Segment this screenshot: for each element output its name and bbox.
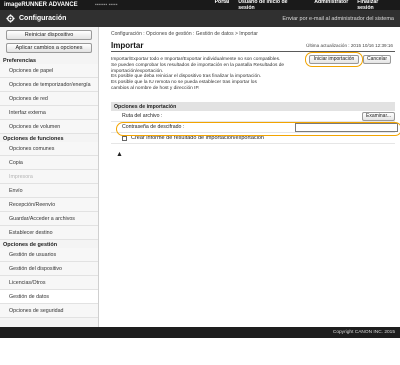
sidebar: Reiniciar dispositivo Aplicar cambios a … [0,27,99,327]
breadcrumb: Configuración : Opciones de gestión : Ge… [111,31,258,37]
cancel-button[interactable]: Cancelar [363,55,391,64]
scroll-to-top-icon[interactable]: ▲ [116,151,123,158]
restart-device-button[interactable]: Reiniciar dispositivo [6,30,92,40]
functions-heading: Opciones de funciones [3,136,64,142]
note-line: cambios al nombre de host y dirección IP… [111,85,200,91]
main-content: Configuración : Opciones de gestión : Ge… [105,27,400,327]
import-notes: Importar/Exportar todo e Importar/Export… [111,57,311,92]
sidebar-item-network[interactable]: Opciones de red [0,92,98,106]
password-highlight [116,122,400,136]
sidebar-item-printer: Impresora [0,170,98,184]
sidebar-item-paper[interactable]: Opciones de papel [0,64,98,78]
send-email-admin-link[interactable]: Enviar por e-mail al administrador del s… [282,16,400,22]
sidebar-item-send[interactable]: Envío [0,184,98,198]
page-heading-label: Configuración [19,15,67,22]
apply-changes-button[interactable]: Aplicar cambios a opciones [6,43,92,53]
sidebar-item-external-interface[interactable]: Interfaz externa [0,106,98,120]
sidebar-item-data-management[interactable]: Gestión de datos [0,290,98,304]
sidebar-item-licenses[interactable]: Licencias/Otros [0,276,98,290]
sidebar-item-user-management[interactable]: Gestión de usuarios [0,248,98,262]
start-import-button[interactable]: Iniciar importación [309,55,359,64]
sidebar-item-copy[interactable]: Copia [0,156,98,170]
page-title: Importar [111,41,144,50]
footer: Copyright CANON INC. 2015 [0,327,400,338]
sidebar-item-receive-forward[interactable]: Recepción/Reenvío [0,198,98,212]
sidebar-item-device-management[interactable]: Gestión del dispositivo [0,262,98,276]
sidebar-item-security[interactable]: Opciones de seguridad [0,304,98,318]
gear-icon [6,14,15,23]
browse-button[interactable]: Examinar... [362,112,395,121]
sidebar-item-timer-energy[interactable]: Opciones de temporizador/energía [0,78,98,92]
note-line: Se pueden comprobar los resultados de im… [111,62,285,68]
last-updated: Última actualización : 2015 10/16 12:39:… [306,43,393,48]
import-options-panel: Opciones de importación Ruta del archivo… [111,102,400,146]
sidebar-item-common[interactable]: Opciones comunes [0,142,98,156]
import-options-heading: Opciones de importación [111,102,395,111]
file-path-label: Ruta del archivo : [122,113,163,119]
device-name: ▪▪▪▪▪▪▪ ▪▪▪▪▪ [94,2,118,8]
sidebar-item-volume[interactable]: Opciones de volumen [0,120,98,134]
management-heading: Opciones de gestión [3,242,58,248]
settings-header: Configuración Enviar por e-mail al admin… [0,10,400,27]
report-checkbox[interactable] [122,135,127,141]
brand-name: imageRUNNER ADVANCE [4,2,78,8]
file-path-row: Ruta del archivo : Examinar... [111,111,395,122]
preferences-heading: Preferencias [3,58,37,64]
sidebar-item-destination[interactable]: Establecer destino [0,226,98,240]
sidebar-item-store-access-files[interactable]: Guardar/Acceder a archivos [0,212,98,226]
copyright-text: Copyright CANON INC. 2015 [332,330,395,335]
page-heading: Configuración [0,14,66,23]
top-bar: imageRUNNER ADVANCE ▪▪▪▪▪▪▪ ▪▪▪▪▪ Portal… [0,0,400,11]
